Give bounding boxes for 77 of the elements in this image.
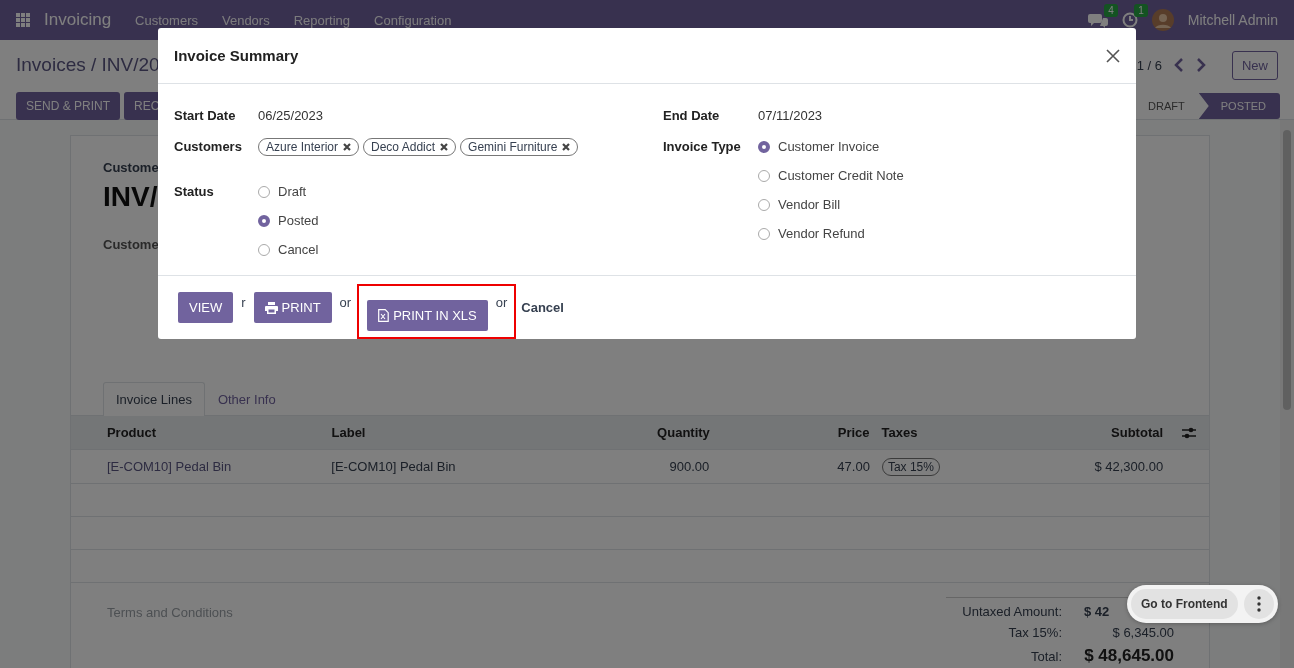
- column-header[interactable]: Product: [100, 425, 326, 440]
- separator-text: or: [495, 295, 508, 310]
- printer-icon: [264, 301, 278, 314]
- radio-label[interactable]: Customer Invoice: [778, 139, 880, 154]
- table-cell[interactable]: [E-COM10] Pedal Bin: [100, 459, 326, 474]
- separator-text: or: [339, 295, 352, 310]
- menu-item[interactable]: Configuration: [374, 12, 452, 28]
- remove-icon[interactable]: [440, 143, 449, 151]
- user-name[interactable]: Mitchell Admin: [1187, 12, 1278, 28]
- scrollbar-thumb[interactable]: [1283, 130, 1291, 410]
- breadcrumb[interactable]: Invoices / INV/20: [16, 54, 160, 76]
- radio-label[interactable]: Cancel: [278, 242, 319, 257]
- settings-icon[interactable]: [1182, 426, 1196, 439]
- column-header[interactable]: Taxes: [875, 425, 990, 440]
- clock-icon[interactable]: [1121, 12, 1138, 28]
- separator-text: r: [241, 295, 246, 310]
- chevron-left-icon[interactable]: [1174, 58, 1184, 72]
- radio-label[interactable]: Customer Credit Note: [778, 168, 904, 183]
- field-label: End Date: [663, 108, 721, 123]
- menu-item[interactable]: Reporting: [293, 12, 351, 28]
- print-xls-button[interactable]: PRINT IN XLS: [367, 299, 488, 331]
- pager-value: 1 / 6: [1136, 57, 1162, 73]
- avatar-icon[interactable]: [1151, 9, 1174, 31]
- column-header[interactable]: Price: [715, 425, 876, 440]
- new-button[interactable]: New: [1232, 50, 1278, 80]
- view-button[interactable]: VIEW: [178, 292, 234, 323]
- menu-item[interactable]: Vendors: [221, 12, 270, 28]
- action-button[interactable]: SEND & PRINT: [16, 92, 120, 120]
- column-header[interactable]: Label: [325, 425, 556, 440]
- radio-button[interactable]: [258, 214, 270, 227]
- column-header[interactable]: Quantity: [555, 425, 716, 440]
- total-label: Untaxed Amount:: [962, 604, 1062, 619]
- spreadsheet-file-icon: [378, 308, 390, 322]
- radio-button[interactable]: [758, 140, 770, 153]
- count-badge: 4: [1104, 4, 1118, 17]
- tab[interactable]: Other Info: [204, 382, 289, 416]
- field-label: Start Date: [174, 108, 237, 123]
- table-cell-text: 47.00: [836, 459, 871, 474]
- tab[interactable]: Invoice Lines: [103, 382, 205, 416]
- close-icon[interactable]: [1106, 48, 1120, 63]
- column-header[interactable]: Subtotal: [989, 425, 1170, 440]
- field-label: Custome: [103, 237, 159, 252]
- go-to-frontend-button[interactable]: Go to Frontend: [1131, 589, 1238, 619]
- more-options-icon[interactable]: [1243, 589, 1274, 619]
- cancel-link[interactable]: Cancel: [521, 300, 564, 315]
- date-field[interactable]: 07/11/2023: [758, 108, 823, 123]
- menu-item[interactable]: Customers: [135, 12, 198, 28]
- apps-grid-icon[interactable]: [16, 13, 30, 27]
- total-value: $ 6,345.00: [1111, 625, 1174, 640]
- field-label: Custome: [103, 160, 159, 175]
- field-label: Customers: [174, 139, 243, 154]
- field-label: Invoice Type: [663, 139, 742, 154]
- date-field[interactable]: 06/25/2023: [258, 108, 324, 123]
- total-value: $ 42: [1084, 604, 1111, 619]
- remove-icon[interactable]: [343, 143, 352, 151]
- radio-label[interactable]: Vendor Bill: [778, 197, 841, 212]
- remove-icon[interactable]: [562, 143, 571, 151]
- total-label: Tax 15%:: [1007, 625, 1062, 640]
- status-step[interactable]: POSTED: [1198, 93, 1280, 119]
- table-cell-text: [E-COM10] Pedal Bin: [330, 459, 457, 474]
- chat-icon[interactable]: [1087, 12, 1108, 28]
- dialog-title: Invoice Summary: [174, 47, 299, 64]
- radio-label[interactable]: Vendor Refund: [778, 226, 865, 241]
- invoice-title: INV/: [103, 181, 158, 213]
- total-label: Total:: [1029, 649, 1062, 664]
- radio-label[interactable]: Posted: [278, 213, 319, 228]
- status-step[interactable]: DRAFT: [1130, 93, 1199, 119]
- field-label: Status: [174, 184, 215, 199]
- chevron-right-icon[interactable]: [1196, 58, 1206, 72]
- table-cell-text: 900.00: [668, 459, 711, 474]
- count-badge: 1: [1134, 4, 1148, 17]
- table-cell-text: $ 42,300.00: [1093, 459, 1165, 474]
- scrollbar[interactable]: [1280, 120, 1294, 668]
- radio-label[interactable]: Draft: [278, 184, 307, 199]
- print-button[interactable]: PRINT: [253, 292, 332, 323]
- app-name[interactable]: Invoicing: [44, 10, 112, 30]
- total-value: $ 48,645.00: [1084, 646, 1174, 666]
